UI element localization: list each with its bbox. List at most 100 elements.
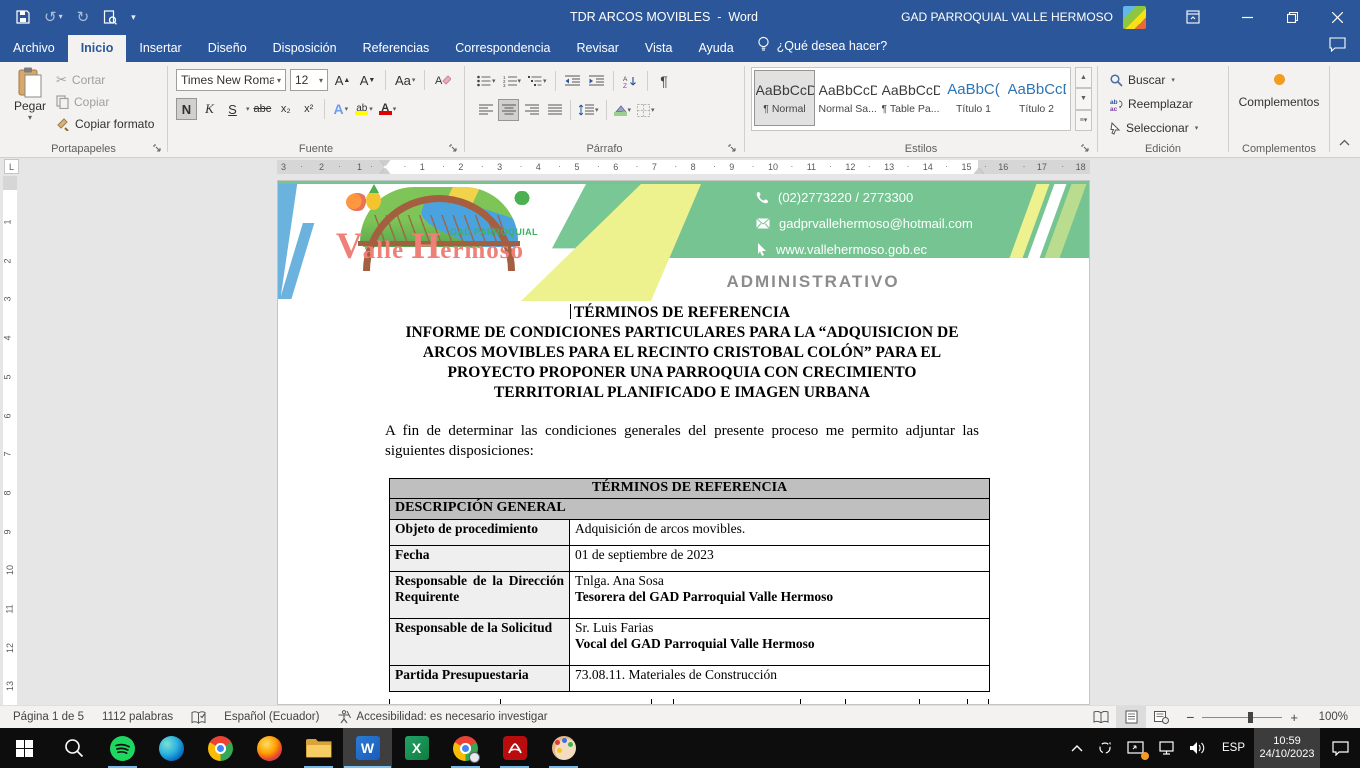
- page-indicator[interactable]: Página 1 de 5: [0, 706, 93, 728]
- style-table-pa[interactable]: AaBbCcD ¶ Table Pa...: [880, 70, 941, 126]
- underline-caret-icon[interactable]: ▾: [246, 105, 250, 113]
- taskbar-file-explorer[interactable]: [294, 728, 343, 768]
- fuente-dialog-launcher[interactable]: [446, 141, 459, 154]
- select-button[interactable]: Seleccionar ▾: [1110, 117, 1198, 139]
- table-row-value[interactable]: Adquisición de arcos movibles.: [570, 520, 990, 546]
- table-subheader-cell[interactable]: DESCRIPCIÓN GENERAL: [390, 499, 990, 520]
- strikethrough-button[interactable]: abc: [252, 98, 274, 120]
- comments-icon[interactable]: [1329, 37, 1346, 62]
- tab-archivo[interactable]: Archivo: [0, 35, 68, 62]
- zoom-percentage[interactable]: 100%: [1308, 711, 1348, 723]
- font-color-button[interactable]: A▾: [377, 98, 399, 120]
- clock[interactable]: 10:59 24/10/2023: [1254, 728, 1320, 768]
- shading-button[interactable]: ▾: [612, 99, 634, 121]
- estilos-dialog-launcher[interactable]: [1078, 141, 1091, 154]
- undo-icon[interactable]: ↺▾: [44, 10, 63, 25]
- tray-volume-icon[interactable]: [1182, 728, 1213, 768]
- tab-diseno[interactable]: Diseño: [195, 35, 260, 62]
- tab-inicio[interactable]: Inicio: [68, 35, 127, 62]
- account-avatar[interactable]: [1123, 6, 1146, 29]
- taskbar-spotify[interactable]: [98, 728, 147, 768]
- table-row-label[interactable]: Responsable de la Dirección Requirente: [390, 572, 570, 619]
- language-indicator[interactable]: Español (Ecuador): [215, 706, 328, 728]
- zoom-out-icon[interactable]: −: [1186, 709, 1194, 725]
- taskbar-excel[interactable]: X: [392, 728, 441, 768]
- align-left-button[interactable]: [475, 99, 496, 121]
- taskbar-firefox[interactable]: [245, 728, 294, 768]
- tab-stop-selector[interactable]: L: [4, 159, 19, 174]
- web-layout-button[interactable]: [1146, 706, 1176, 728]
- font-size-combo[interactable]: 12 ▾: [290, 69, 328, 91]
- taskbar-search-button[interactable]: [49, 728, 98, 768]
- line-spacing-button[interactable]: ▾: [576, 99, 601, 121]
- restore-button[interactable]: [1270, 0, 1315, 34]
- style-titulo-1[interactable]: AaBbC( Título 1: [943, 70, 1004, 126]
- tray-teams-icon[interactable]: [1120, 728, 1151, 768]
- tab-disposicion[interactable]: Disposición: [260, 35, 350, 62]
- redo-icon[interactable]: ↻: [77, 10, 90, 25]
- document-page[interactable]: (02)2773220 / 2773300 gadprvallehermoso@…: [277, 180, 1090, 705]
- taskbar-edge[interactable]: [147, 728, 196, 768]
- account-name[interactable]: GAD PARROQUIAL VALLE HERMOSO: [901, 10, 1113, 24]
- superscript-button[interactable]: x²: [298, 98, 319, 120]
- start-button[interactable]: [0, 728, 49, 768]
- table-row-value[interactable]: Tnlga. Ana Sosa Tesorera del GAD Parroqu…: [570, 572, 990, 619]
- tab-insertar[interactable]: Insertar: [126, 35, 194, 62]
- justify-button[interactable]: [544, 99, 565, 121]
- tray-onedrive-icon[interactable]: [1090, 728, 1120, 768]
- styles-gallery-more-icon[interactable]: ≡▾: [1075, 110, 1092, 131]
- customize-qat-icon[interactable]: ▾: [131, 13, 136, 22]
- numbering-button[interactable]: 123▾: [501, 70, 524, 92]
- collapse-ribbon-icon[interactable]: [1339, 133, 1350, 151]
- vertical-ruler[interactable]: 12345678910111213: [3, 176, 17, 705]
- font-name-combo[interactable]: Times New Roma ▾: [176, 69, 286, 91]
- table-row-value[interactable]: 01 de septiembre de 2023: [570, 546, 990, 572]
- table-header-cell[interactable]: TÉRMINOS DE REFERENCIA: [390, 479, 990, 499]
- zoom-in-icon[interactable]: +: [1290, 710, 1298, 725]
- portapapeles-dialog-launcher[interactable]: [150, 141, 163, 154]
- highlight-button[interactable]: ab▾: [353, 98, 375, 120]
- zoom-slider[interactable]: [1202, 717, 1282, 718]
- tab-correspondencia[interactable]: Correspondencia: [442, 35, 563, 62]
- text-effects-button[interactable]: A▾: [330, 98, 351, 120]
- taskbar-paint[interactable]: [539, 728, 588, 768]
- shrink-font-button[interactable]: A▼: [357, 69, 378, 91]
- taskbar-acrobat[interactable]: [490, 728, 539, 768]
- document-title[interactable]: TÉRMINOS DE REFERENCIA INFORME DE CONDIC…: [385, 303, 979, 403]
- table-row-label[interactable]: Fecha: [390, 546, 570, 572]
- bullets-button[interactable]: ▾: [475, 70, 498, 92]
- tell-me-box[interactable]: ¿Qué desea hacer?: [747, 30, 898, 62]
- table-row-label[interactable]: Objeto de procedimiento: [390, 520, 570, 546]
- parrafo-dialog-launcher[interactable]: [725, 141, 738, 154]
- left-indent-marker[interactable]: [380, 168, 390, 174]
- tab-referencias[interactable]: Referencias: [350, 35, 443, 62]
- taskbar-chrome-profile[interactable]: [441, 728, 490, 768]
- find-button[interactable]: Buscar ▾: [1110, 69, 1198, 91]
- word-count[interactable]: 1112 palabras: [93, 706, 182, 728]
- styles-scroll-down-icon[interactable]: ▼: [1075, 88, 1092, 109]
- tab-ayuda[interactable]: Ayuda: [685, 35, 746, 62]
- minimize-button[interactable]: [1225, 0, 1270, 34]
- close-button[interactable]: [1315, 0, 1360, 34]
- align-center-button[interactable]: [498, 99, 519, 121]
- table-row-label[interactable]: Responsable de la Solicitud: [390, 619, 570, 666]
- sort-button[interactable]: AZ: [620, 70, 641, 92]
- align-right-button[interactable]: [521, 99, 542, 121]
- print-preview-icon[interactable]: [103, 10, 117, 25]
- cut-button[interactable]: ✂ Cortar: [56, 69, 154, 91]
- document-paragraph[interactable]: A fin de determinar las condiciones gene…: [385, 421, 979, 461]
- change-case-button[interactable]: Aa▾: [393, 69, 417, 91]
- save-icon[interactable]: [16, 10, 30, 24]
- table-row-value[interactable]: 73.08.11. Materiales de Construcción: [570, 666, 990, 692]
- print-layout-button[interactable]: [1116, 706, 1146, 728]
- multilevel-list-button[interactable]: ▾: [526, 70, 549, 92]
- accessibility-status[interactable]: Accesibilidad: es necesario investigar: [328, 706, 556, 728]
- proofing-icon[interactable]: [182, 706, 215, 728]
- copy-button[interactable]: Copiar: [56, 91, 154, 113]
- zoom-slider-thumb[interactable]: [1248, 712, 1253, 723]
- taskbar-word-active[interactable]: W: [343, 728, 392, 768]
- table-row-value[interactable]: Sr. Luis Farias Vocal del GAD Parroquial…: [570, 619, 990, 666]
- style-titulo-2[interactable]: AaBbCcD Título 2: [1006, 70, 1067, 126]
- style-normal[interactable]: AaBbCcDc ¶ Normal: [754, 70, 815, 126]
- format-painter-button[interactable]: Copiar formato: [56, 113, 154, 135]
